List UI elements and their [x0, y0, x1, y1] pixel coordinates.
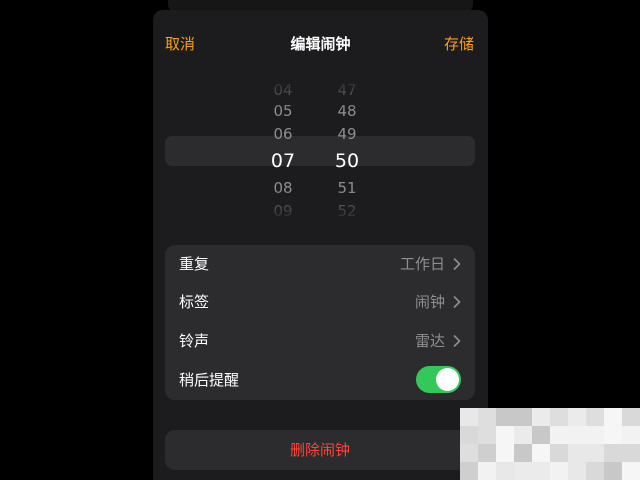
hour-option: 09 [273, 202, 293, 220]
snooze-row: 稍后提醒 [165, 361, 475, 399]
ringtone-row[interactable]: 铃声 雷达 [165, 322, 475, 360]
tag-label: 标签 [179, 293, 210, 311]
picker-selection-highlight [165, 136, 475, 166]
delete-alarm-button[interactable]: 删除闹钟 [165, 430, 475, 470]
minute-option: 52 [337, 202, 357, 220]
chevron-right-icon [453, 335, 461, 347]
hour-option: 04 [273, 81, 293, 99]
tag-value: 闹钟 [414, 293, 445, 311]
tag-row[interactable]: 标签 闹钟 [165, 283, 475, 321]
selected-hour: 07 [270, 150, 296, 172]
pixelated-watermark [460, 408, 640, 480]
save-button[interactable]: 存储 [444, 34, 474, 54]
hour-option: 06 [273, 125, 293, 143]
hour-wheel[interactable]: 04 05 06 07 08 09 10 [258, 76, 308, 224]
picker-fade-top [165, 76, 475, 110]
snooze-toggle[interactable] [416, 366, 461, 393]
screen: 取消 编辑闹钟 存储 04 05 06 07 08 09 10 47 48 49… [0, 0, 640, 480]
page-title: 编辑闹钟 [290, 35, 351, 53]
minute-option: 48 [337, 102, 357, 120]
selected-minute: 50 [334, 150, 360, 172]
time-picker: 04 05 06 07 08 09 10 47 48 49 50 51 52 5… [165, 76, 475, 224]
repeat-label: 重复 [179, 255, 210, 273]
minute-option: 49 [337, 125, 357, 143]
minute-option: 47 [337, 81, 357, 99]
hour-option: 05 [273, 102, 293, 120]
repeat-value: 工作日 [399, 255, 445, 273]
minute-wheel[interactable]: 47 48 49 50 51 52 53 [322, 76, 372, 224]
minute-option: 53 [322, 219, 372, 224]
delete-alarm-label: 删除闹钟 [289, 441, 350, 459]
minute-option: 51 [337, 179, 357, 197]
snooze-label: 稍后提醒 [179, 371, 240, 389]
repeat-row[interactable]: 重复 工作日 [165, 245, 475, 283]
alarm-settings-group: 重复 工作日 标签 闹钟 铃声 雷达 稍后提醒 [165, 245, 475, 400]
ringtone-label: 铃声 [179, 332, 210, 350]
toggle-knob [436, 368, 459, 391]
hour-option: 10 [258, 219, 308, 224]
ringtone-value: 雷达 [414, 332, 445, 350]
chevron-right-icon [453, 296, 461, 308]
chevron-right-icon [453, 258, 461, 270]
hour-option: 08 [273, 179, 293, 197]
picker-fade-bottom [165, 190, 475, 224]
edit-alarm-sheet: 取消 编辑闹钟 存储 04 05 06 07 08 09 10 47 48 49… [153, 10, 488, 480]
